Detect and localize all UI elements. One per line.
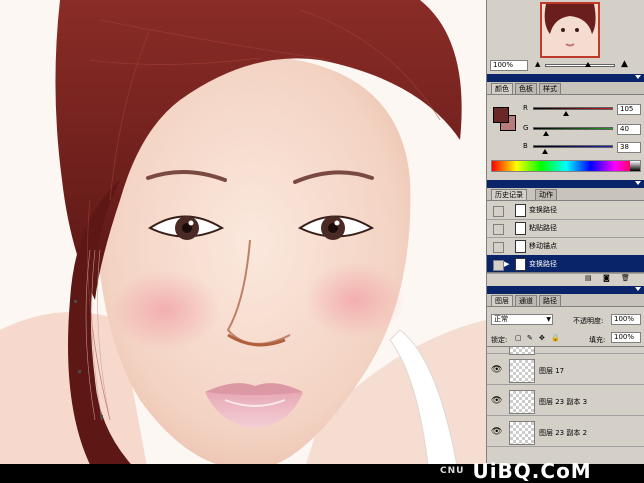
lock-label: 锁定: [491,336,508,344]
tab-color[interactable]: 颜色 [491,83,513,94]
channel-label-g: G [523,124,529,132]
history-item[interactable]: 移动锚点 [487,237,644,256]
color-panel-tabs: 颜色 色板 样式 [487,82,644,95]
history-list: 变换路径 粘贴路径 移动锚点 ▶ 变换路径 [487,201,644,274]
eye-icon[interactable]: 👁 [491,396,502,406]
zoom-slider[interactable] [545,64,615,67]
layer-row[interactable]: 👁 图层 23 副本 2 [487,417,644,447]
fill-label: 填充: [589,336,606,344]
history-panel: 历史记录 动作 变换路径 粘贴路径 移动锚点 ▶ 变换路径 ▤ ◙ 🗑 [487,180,644,284]
layer-name: 图层 23 副本 2 [539,429,588,437]
navigator-preview[interactable] [540,2,600,58]
layer-thumbnail [509,421,535,445]
opacity-label: 不透明度: [573,317,604,325]
tab-actions[interactable]: 动作 [535,189,557,200]
channel-slider-r[interactable] [533,107,613,110]
lock-all-icon[interactable]: 🔒 [551,334,560,342]
channel-value-r[interactable]: 105 [617,104,641,115]
history-state-icon [515,222,526,235]
panel-menu-icon[interactable] [635,181,641,185]
history-item[interactable]: 变换路径 [487,201,644,220]
history-item-label: 粘贴路径 [529,224,557,232]
trash-icon[interactable]: 🗑 [621,274,630,282]
history-brush-source-checkbox[interactable] [493,242,504,253]
layer-name: 图层 23 副本 3 [539,398,588,406]
layer-row[interactable]: 👁 图层 17 [487,355,644,385]
history-item[interactable]: 粘贴路径 [487,219,644,238]
palette-dock: 100% ▲ ▲ 颜色 色板 样式 R 105 G 40 B 38 历史记录 动… [486,0,644,483]
channel-slider-b[interactable] [533,145,613,148]
new-document-from-state-icon[interactable]: ▤ [585,274,592,282]
color-panel-titlebar[interactable] [487,74,644,82]
history-footer: ▤ ◙ 🗑 [487,272,644,285]
fill-field[interactable]: 100% [611,332,641,343]
history-item-label: 变换路径 [529,260,557,268]
lock-move-icon[interactable]: ✥ [539,334,545,342]
history-panel-tabs: 历史记录 动作 [487,188,644,201]
history-brush-source-checkbox[interactable] [493,260,504,271]
eye-icon[interactable]: 👁 [491,365,502,375]
black-white-ramp[interactable] [630,161,640,171]
tab-channels[interactable]: 通道 [515,295,537,306]
lock-transparency-icon[interactable]: ▢ [515,334,522,342]
channel-slider-g[interactable] [533,127,613,130]
panel-menu-icon[interactable] [635,287,641,291]
tab-layers[interactable]: 图层 [491,295,513,306]
channel-slider-thumb-b[interactable] [542,149,548,154]
layers-panel: 图层 通道 路径 正常 ▼ 不透明度: 100% 锁定: ▢ ✎ ✥ 🔒 填充:… [487,286,644,465]
color-ramp[interactable] [491,160,641,172]
tab-styles[interactable]: 样式 [539,83,561,94]
zoom-in-icon[interactable]: ▲ [621,59,628,69]
layer-row[interactable]: 👁 图层 23 副本 3 [487,386,644,416]
channel-value-g[interactable]: 40 [617,124,641,135]
layers-list: 👁 👁 图层 17 👁 图层 23 副本 3 👁 图层 23 副本 2 [487,346,644,465]
history-item-label: 移动锚点 [529,242,557,250]
tab-history[interactable]: 历史记录 [491,189,527,200]
lock-brush-icon[interactable]: ✎ [527,334,533,342]
zoom-slider-thumb[interactable] [585,62,591,67]
zoom-out-icon[interactable]: ▲ [535,60,540,68]
opacity-field[interactable]: 100% [611,314,641,325]
history-state-icon [515,258,526,271]
create-snapshot-icon[interactable]: ◙ [603,274,610,282]
layers-panel-titlebar[interactable] [487,286,644,294]
navigator-panel: 100% ▲ ▲ [487,0,644,72]
history-panel-titlebar[interactable] [487,180,644,188]
channel-slider-thumb-r[interactable] [562,111,569,116]
document-canvas[interactable] [0,0,486,483]
channel-label-r: R [523,104,528,112]
channel-value-b[interactable]: 38 [617,142,641,153]
layers-panel-tabs: 图层 通道 路径 [487,294,644,307]
blend-mode-value: 正常 [494,315,508,323]
chevron-down-icon[interactable]: ▼ [546,315,551,324]
panel-menu-icon[interactable] [635,75,641,79]
channel-slider-thumb-g[interactable] [542,131,549,136]
watermark: CNU UiBQ.CoM [440,459,592,483]
tab-paths[interactable]: 路径 [539,295,561,306]
tab-swatches[interactable]: 色板 [515,83,537,94]
history-brush-source-checkbox[interactable] [493,206,504,217]
layer-row-partial[interactable]: 👁 [487,347,644,355]
navigator-thumbnail-icon [542,4,598,56]
zoom-level-field[interactable]: 100% [490,60,528,71]
layer-name: 图层 17 [539,367,565,375]
eye-icon[interactable]: 👁 [491,427,502,437]
portrait-artwork [0,0,486,483]
foreground-color-swatch[interactable] [493,107,509,123]
channel-label-b: B [523,142,528,150]
history-state-slider-icon[interactable]: ▶ [504,260,509,268]
history-brush-source-checkbox[interactable] [493,224,504,235]
layer-thumbnail [509,347,535,355]
color-panel: 颜色 色板 样式 R 105 G 40 B 38 [487,74,644,178]
blend-mode-select[interactable]: 正常 ▼ [491,314,553,325]
eye-icon[interactable]: 👁 [491,347,502,349]
layer-thumbnail [509,390,535,414]
watermark-logo: UiBQ.CoM [472,459,592,483]
history-state-icon [515,204,526,217]
history-item-label: 变换路径 [529,206,557,214]
history-state-icon [515,240,526,253]
watermark-prefix: CNU [440,466,465,476]
layer-thumbnail [509,359,535,383]
